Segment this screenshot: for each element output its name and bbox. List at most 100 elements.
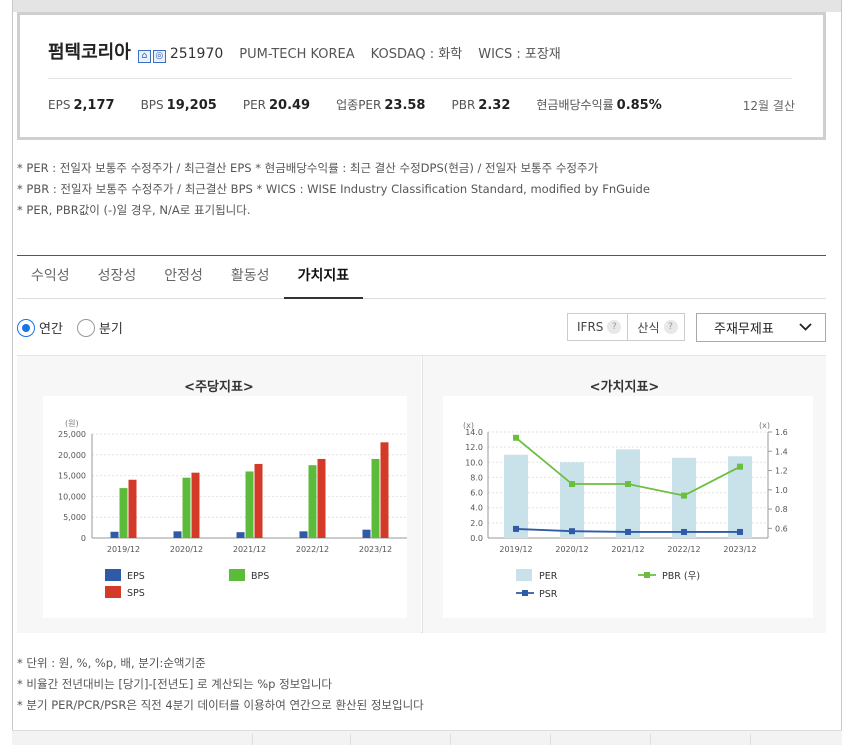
bar-eps: [299, 531, 308, 538]
strip-divider: [450, 734, 451, 745]
radio-quarter[interactable]: 분기: [76, 318, 123, 337]
point-psr: [625, 528, 631, 535]
help-icon[interactable]: ?: [663, 320, 678, 334]
help-icon[interactable]: ?: [607, 320, 622, 334]
bar-sps: [254, 463, 263, 538]
point-pbr: [737, 463, 743, 470]
point-pbr: [681, 492, 687, 499]
x-tick-label: 2022/12: [296, 545, 329, 554]
stat-pbr: PBR 2.32: [451, 98, 511, 113]
bar-bps: [308, 465, 317, 538]
strip-divider: [350, 734, 351, 745]
x-tick-label: 2019/12: [499, 545, 532, 554]
radio-quarter-circle[interactable]: [76, 318, 95, 337]
point-psr: [737, 528, 743, 535]
valuation-chart: (x) (x)0.02.04.06.08.010.012.014.00.60.81…: [463, 421, 788, 600]
radio-quarter-label: 분기: [98, 322, 123, 337]
company-summary-box: [17, 12, 826, 140]
tab-activity[interactable]: 활동성: [217, 256, 284, 299]
company-icons: ⌂ ◎: [137, 50, 166, 63]
bar-eps: [362, 529, 371, 538]
stat-eps: EPS 2,177: [48, 98, 115, 113]
company-divider: [48, 78, 792, 79]
indicator-tabs: 수익성 성장성 안정성 활동성 가치지표: [17, 256, 826, 299]
legend-point-pbr: [644, 572, 650, 578]
y-tick-label: 2.0: [470, 519, 483, 528]
point-psr: [513, 525, 519, 532]
radio-annual[interactable]: 연간: [17, 318, 63, 337]
legend-swatch-per: [516, 569, 532, 581]
per-share-panel: <주당지표> (원) 0 5,000 10,000 15,000 20,000 25,000…: [17, 356, 421, 633]
x-tick-label: 2021/12: [233, 545, 266, 554]
tab-stability[interactable]: 안정성: [150, 256, 217, 299]
bottom-strip: [12, 730, 842, 745]
note-line: * 비율간 전년대비는 [당기]-[전년도] 로 계산되는 %p 정보입니다: [17, 677, 332, 691]
bar-per: [560, 462, 584, 538]
strip-divider: [252, 734, 253, 745]
y-tick-label: 4.0: [470, 504, 483, 513]
ifrs-button[interactable]: IFRS ?: [568, 314, 627, 340]
y-tick-label: 8.0: [470, 473, 483, 482]
legend-label-eps: EPS: [127, 571, 145, 582]
y2-tick-label: 0.8: [775, 505, 788, 514]
y-tick-label: 5,000: [63, 513, 86, 522]
legend-label-per: PER: [539, 571, 558, 582]
x-tick-label: 2020/12: [170, 545, 203, 554]
legend-label-sps: SPS: [127, 588, 145, 599]
stat-bps: BPS 19,205: [140, 98, 217, 113]
point-pbr: [513, 434, 519, 441]
option-buttons: IFRS ? 산식 ?: [567, 313, 685, 341]
company-header: 펌텍코리아 ⌂ ◎ 251970 PUM-TECH KOREA KOSDAQ :…: [48, 38, 577, 64]
y-tick-label: 6.0: [470, 489, 483, 498]
formula-button[interactable]: 산식 ?: [627, 314, 683, 340]
bar-bps: [245, 471, 254, 538]
note-line: * PBR : 전일자 보통주 수정주가 / 최근결산 BPS * WICS :…: [17, 182, 650, 196]
x-tick-label: 2023/12: [359, 545, 392, 554]
tab-profitability[interactable]: 수익성: [17, 256, 84, 299]
y-tick-label: 20,000: [58, 451, 86, 460]
legend-swatch-sps: [105, 586, 121, 598]
settlement-month: 12월 결산: [742, 99, 795, 113]
y-tick-label: 0: [81, 534, 86, 543]
tab-growth[interactable]: 성장성: [84, 256, 151, 299]
bar-eps: [110, 531, 119, 538]
note-line: * 분기 PER/PCR/PSR은 직전 4분기 데이터를 이용하여 연간으로 …: [17, 698, 424, 712]
ir-icon[interactable]: ◎: [152, 50, 166, 63]
charts-area: <주당지표> (원) 0 5,000 10,000 15,000 20,000 25,000…: [17, 355, 826, 633]
per-share-chart: (원) 0 5,000 10,000 15,000 20,000 25,000 2019/12…: [58, 419, 407, 599]
y-tick-label: 10,000: [58, 492, 86, 501]
statement-select[interactable]: 주재무제표: [696, 313, 826, 342]
note-line: * PER : 전일자 보통주 수정주가 / 최근결산 EPS * 현금배당수익…: [17, 161, 599, 175]
bar-per: [504, 454, 528, 538]
tab-valuation[interactable]: 가치지표: [283, 256, 364, 299]
legend-swatch-eps: [105, 569, 121, 581]
strip-divider: [750, 734, 751, 745]
x-tick-label: 2021/12: [611, 545, 644, 554]
company-stats: EPS 2,177 BPS 19,205 PER 20.49 업종PER 23.58 P…: [48, 96, 688, 113]
x-tick-label: 2020/12: [555, 545, 588, 554]
legend-label-pbr: PBR (우): [662, 571, 700, 582]
y-tick-label: 15,000: [58, 472, 86, 481]
period-radios: 연간 분기: [17, 318, 137, 337]
x-tick-label: 2023/12: [723, 545, 756, 554]
company-english-name: PUM-TECH KOREA: [239, 47, 355, 62]
y-tick-label: 10.0: [465, 458, 483, 467]
legend-label-psr: PSR: [539, 589, 558, 600]
bar-per: [616, 449, 640, 538]
home-icon[interactable]: ⌂: [137, 50, 151, 63]
y2-tick-label: 1.6: [775, 428, 788, 437]
strip-divider: [550, 734, 551, 745]
bar-bps: [182, 477, 191, 538]
bar-eps: [236, 532, 245, 538]
y-tick-label: 12.0: [465, 443, 483, 452]
radio-annual-circle[interactable]: [17, 318, 35, 337]
y-axis-label: (원): [65, 419, 79, 428]
notes-bottom: * 단위 : 원, %, %p, 배, 분기:순액기준 * 비율간 전년대비는 …: [17, 653, 424, 716]
stat-dividend-yield: 현금배당수익률 0.85%: [536, 98, 662, 113]
x-tick-label: 2022/12: [667, 545, 700, 554]
y-tick-label: 0.0: [470, 534, 483, 543]
bar-sps: [128, 479, 137, 538]
stat-per: PER 20.49: [242, 98, 311, 113]
y2-tick-label: 0.6: [775, 524, 788, 533]
stat-industry-per: 업종PER 23.58: [336, 98, 426, 113]
